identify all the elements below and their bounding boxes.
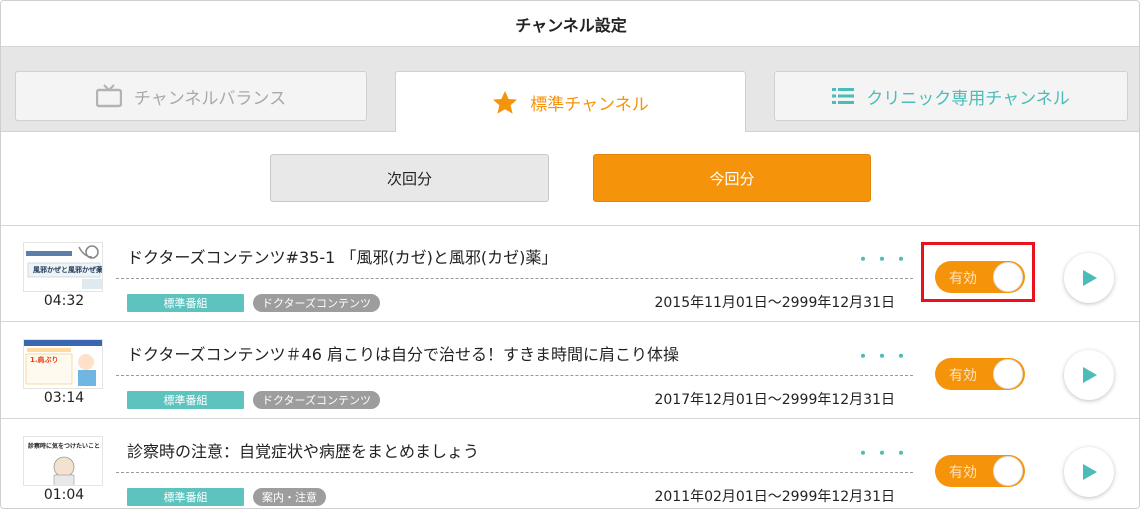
app-window: チャンネル設定 チャンネルバランス 標準チャンネル クリニック専用チャンネル 次… — [0, 0, 1140, 509]
video-title: ドクターズコンテンツ#35-1 「風邪(カゼ)と風邪(カゼ)薬」 — [127, 248, 558, 267]
more-options-button[interactable]: ・・・ — [855, 246, 912, 270]
tab-standard-channel[interactable]: 標準チャンネル — [395, 71, 746, 133]
program-type-tag: 標準番組 — [127, 391, 244, 409]
video-title: ドクターズコンテンツ＃46 肩こりは自分で治せる！すきま時間に肩こり体操 — [127, 345, 680, 364]
thumbnail-caption: 風邪かぜと風邪かぜ薬 — [33, 266, 103, 274]
header-bar: チャンネル設定 — [1, 1, 1139, 47]
category-tag: 案内・注意 — [253, 488, 326, 506]
date-range: 2011年02月01日～2999年12月31日 — [654, 489, 895, 505]
tab-channel-balance[interactable]: チャンネルバランス — [15, 71, 367, 121]
list-icon — [832, 87, 855, 105]
category-tag: ドクターズコンテンツ — [253, 391, 381, 409]
category-tag: ドクターズコンテンツ — [253, 294, 381, 312]
table-row[interactable]: 1.肩ぶり 03:14 ドクターズコンテンツ＃46 肩こりは自分で治せる！すきま… — [1, 323, 1139, 419]
tab-label: クリニック専用チャンネル — [866, 88, 1070, 109]
table-row[interactable]: 風邪かぜと風邪かぜ薬 04:32 ドクターズコンテンツ#35-1 「風邪(カゼ)… — [1, 226, 1139, 322]
enable-toggle[interactable]: 有効 — [935, 261, 1025, 293]
star-icon — [492, 90, 518, 115]
table-row[interactable]: 診察時に気をつけたいこと 01:04 診察時の注意：自覚症状や病歴をまとめましょ… — [1, 420, 1139, 508]
page-title: チャンネル設定 — [515, 15, 627, 35]
video-title: 診察時の注意：自覚症状や病歴をまとめましょう — [127, 442, 480, 461]
tab-clinic-channel[interactable]: クリニック専用チャンネル — [774, 71, 1128, 121]
play-button[interactable] — [1064, 350, 1114, 400]
video-thumbnail[interactable]: 診察時に気をつけたいこと — [23, 436, 103, 486]
schedule-segment: 次回分 今回分 — [1, 132, 1139, 226]
video-duration: 03:14 — [43, 390, 85, 406]
video-thumbnail[interactable]: 1.肩ぶり — [23, 339, 103, 389]
toggle-knob — [993, 359, 1023, 389]
more-options-button[interactable]: ・・・ — [855, 440, 912, 464]
tv-icon — [95, 84, 122, 108]
enable-toggle[interactable]: 有効 — [935, 455, 1025, 487]
current-schedule-button[interactable]: 今回分 — [593, 154, 871, 202]
video-duration: 04:32 — [43, 293, 85, 309]
toggle-label: 有効 — [949, 465, 977, 481]
play-icon — [1083, 270, 1097, 286]
play-icon — [1083, 367, 1097, 383]
play-button[interactable] — [1064, 253, 1114, 303]
program-type-tag: 標準番組 — [127, 294, 244, 312]
dotted-divider — [116, 278, 913, 279]
toggle-label: 有効 — [949, 368, 977, 384]
program-type-tag: 標準番組 — [127, 488, 244, 506]
tab-bar: チャンネルバランス 標準チャンネル クリニック専用チャンネル — [1, 47, 1139, 133]
dotted-divider — [116, 375, 913, 376]
next-schedule-button[interactable]: 次回分 — [270, 154, 549, 202]
thumbnail-caption: 診察時に気をつけたいこと — [28, 443, 101, 450]
thumbnail-caption: 1.肩ぶり — [30, 356, 59, 364]
video-thumbnail[interactable]: 風邪かぜと風邪かぜ薬 — [23, 242, 103, 292]
tab-label: 標準チャンネル — [530, 95, 649, 115]
play-button[interactable] — [1064, 447, 1114, 497]
date-range: 2017年12月01日～2999年12月31日 — [654, 392, 895, 408]
tab-label: チャンネルバランス — [133, 88, 287, 109]
toggle-knob — [993, 262, 1023, 292]
date-range: 2015年11月01日～2999年12月31日 — [654, 295, 895, 311]
enable-toggle[interactable]: 有効 — [935, 358, 1025, 390]
dotted-divider — [116, 472, 913, 473]
toggle-label: 有効 — [949, 271, 977, 287]
more-options-button[interactable]: ・・・ — [855, 343, 912, 367]
toggle-knob — [993, 456, 1023, 486]
play-icon — [1083, 464, 1097, 480]
video-duration: 01:04 — [43, 487, 85, 503]
